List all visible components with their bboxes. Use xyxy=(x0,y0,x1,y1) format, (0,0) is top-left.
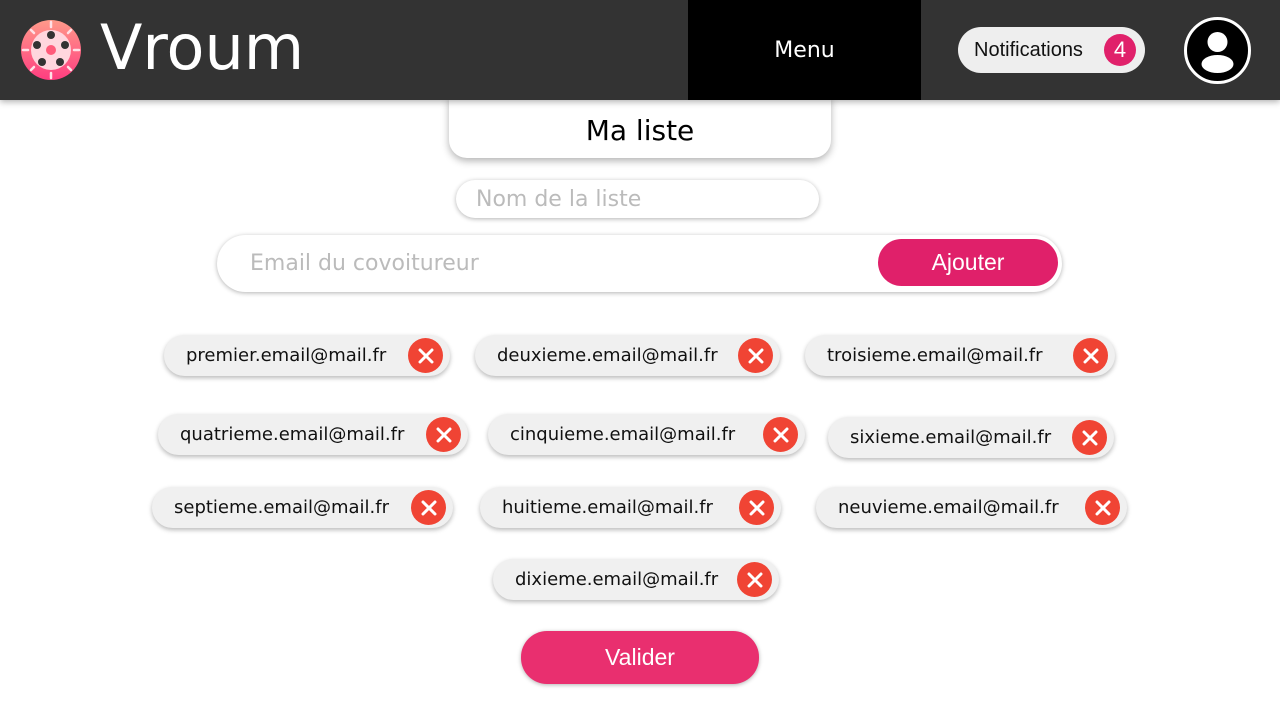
submit-button[interactable]: Valider xyxy=(521,631,759,684)
remove-email-button[interactable] xyxy=(737,562,772,597)
add-button[interactable]: Ajouter xyxy=(878,239,1058,286)
email-chip-label: quatrieme.email@mail.fr xyxy=(180,424,405,445)
close-icon xyxy=(748,348,763,363)
email-chip: quatrieme.email@mail.fr xyxy=(158,414,468,455)
close-icon xyxy=(418,348,433,363)
remove-email-button[interactable] xyxy=(738,338,773,373)
email-chip-label: septieme.email@mail.fr xyxy=(174,497,390,518)
email-chip: septieme.email@mail.fr xyxy=(152,487,453,528)
email-chip: sixieme.email@mail.fr xyxy=(828,417,1114,458)
remove-email-button[interactable] xyxy=(426,417,461,452)
avatar[interactable] xyxy=(1184,17,1251,84)
email-chip: dixieme.email@mail.fr xyxy=(493,559,779,600)
menu-button[interactable]: Menu xyxy=(688,0,921,100)
notifications-button[interactable]: Notifications 4 xyxy=(958,27,1145,73)
remove-email-button[interactable] xyxy=(1085,490,1120,525)
email-chip-label: dixieme.email@mail.fr xyxy=(515,569,719,590)
close-icon xyxy=(421,500,436,515)
email-chip: troisieme.email@mail.fr xyxy=(805,335,1115,376)
brand-name: Vroum xyxy=(100,11,305,84)
email-chip-label: cinquieme.email@mail.fr xyxy=(510,424,736,445)
notifications-badge: 4 xyxy=(1104,34,1136,66)
email-chip-label: premier.email@mail.fr xyxy=(186,345,387,366)
email-chip-label: neuvieme.email@mail.fr xyxy=(838,497,1059,518)
email-chip: cinquieme.email@mail.fr xyxy=(488,414,805,455)
close-icon xyxy=(1095,500,1110,515)
user-icon xyxy=(1201,32,1234,73)
remove-email-button[interactable] xyxy=(739,490,774,525)
email-chip: premier.email@mail.fr xyxy=(164,335,450,376)
page-title: Ma liste xyxy=(449,96,831,158)
close-icon xyxy=(1082,430,1097,445)
notifications-label: Notifications xyxy=(974,38,1083,61)
remove-email-button[interactable] xyxy=(411,490,446,525)
remove-email-button[interactable] xyxy=(763,417,798,452)
remove-email-button[interactable] xyxy=(408,338,443,373)
close-icon xyxy=(749,500,764,515)
wheel-logo-icon xyxy=(21,20,81,80)
list-name-input[interactable] xyxy=(456,180,819,218)
email-chip-label: sixieme.email@mail.fr xyxy=(850,427,1052,448)
close-icon xyxy=(436,427,451,442)
close-icon xyxy=(773,427,788,442)
top-bar: Vroum Menu Notifications 4 xyxy=(0,0,1280,100)
close-icon xyxy=(1083,348,1098,363)
remove-email-button[interactable] xyxy=(1072,420,1107,455)
email-chip-label: troisieme.email@mail.fr xyxy=(827,345,1043,366)
remove-email-button[interactable] xyxy=(1073,338,1108,373)
email-chip-label: deuxieme.email@mail.fr xyxy=(497,345,718,366)
email-chip: huitieme.email@mail.fr xyxy=(480,487,781,528)
email-chip-label: huitieme.email@mail.fr xyxy=(502,497,713,518)
email-chip: neuvieme.email@mail.fr xyxy=(816,487,1127,528)
close-icon xyxy=(747,572,762,587)
email-chip: deuxieme.email@mail.fr xyxy=(475,335,780,376)
